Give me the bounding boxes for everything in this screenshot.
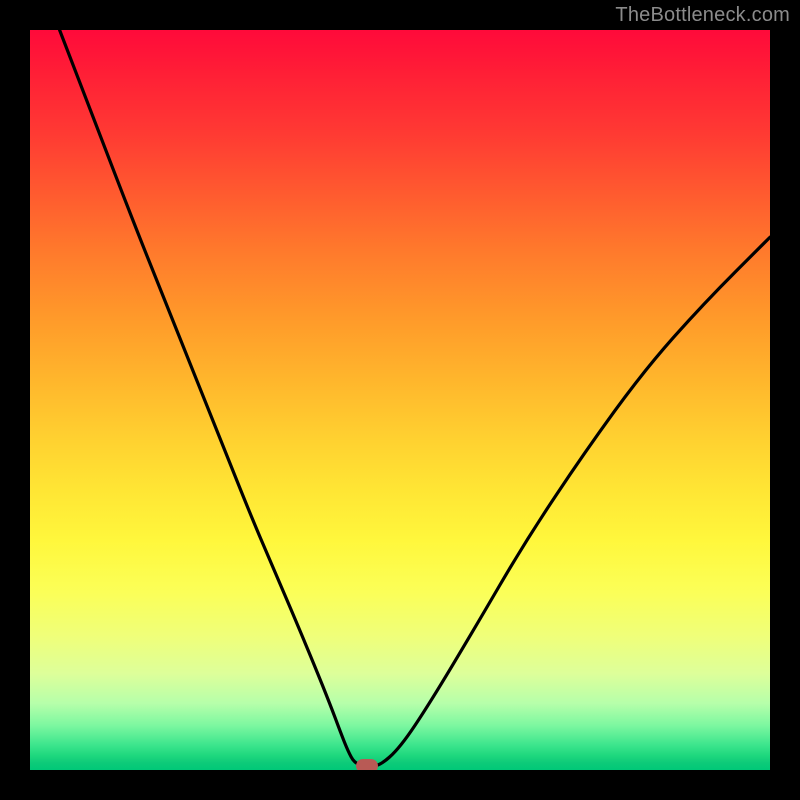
watermark-text: TheBottleneck.com (615, 4, 790, 27)
curve-svg (30, 30, 770, 770)
chart-frame: TheBottleneck.com (0, 0, 800, 800)
plot-area (30, 30, 770, 770)
bottleneck-curve (60, 30, 770, 766)
minimum-marker (356, 759, 378, 770)
